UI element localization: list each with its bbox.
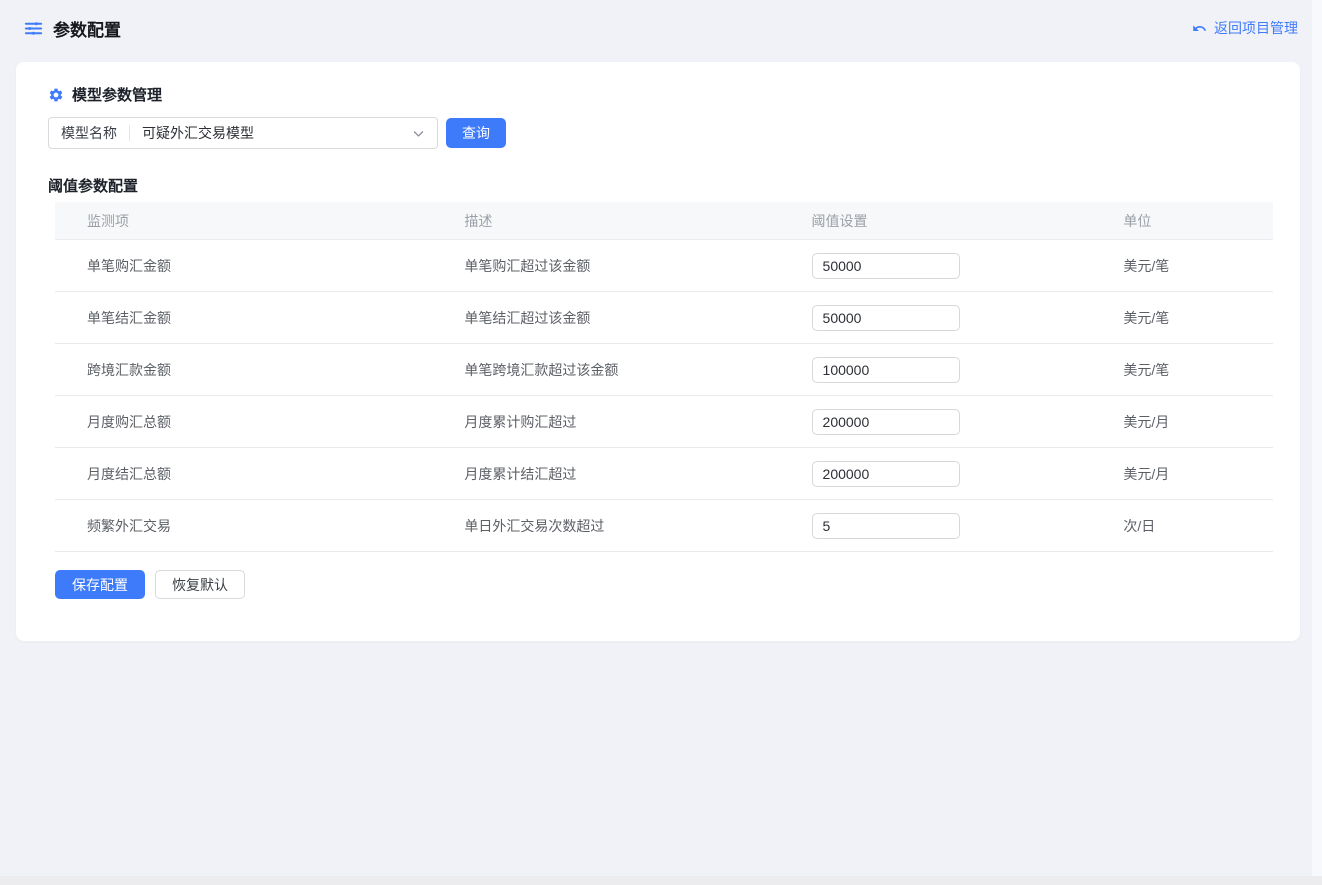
- threshold-cell: [796, 448, 1108, 500]
- description-cell: 单笔结汇超过该金额: [448, 292, 795, 344]
- description-cell: 单笔购汇超过该金额: [448, 240, 795, 292]
- threshold-input[interactable]: [812, 305, 960, 331]
- undo-icon: [1192, 21, 1207, 36]
- table-row: 单笔结汇金额 单笔结汇超过该金额 美元/笔: [55, 292, 1273, 344]
- col-header-threshold: 阈值设置: [796, 202, 1108, 240]
- panel-title: 模型参数管理: [48, 84, 1272, 105]
- threshold-cell: [796, 500, 1108, 552]
- monitor-item-cell: 单笔购汇金额: [55, 240, 448, 292]
- scrollbar-track[interactable]: [1312, 0, 1322, 876]
- table-body: 单笔购汇金额 单笔购汇超过该金额 美元/笔 单笔结汇金额 单笔结汇超过该金额 美…: [55, 240, 1273, 552]
- action-row: 保存配置 恢复默认: [55, 570, 1272, 599]
- back-link[interactable]: 返回项目管理: [1192, 18, 1298, 38]
- threshold-input[interactable]: [812, 513, 960, 539]
- unit-cell: 次/日: [1107, 500, 1273, 552]
- threshold-input[interactable]: [812, 461, 960, 487]
- table-row: 跨境汇款金额 单笔跨境汇款超过该金额 美元/笔: [55, 344, 1273, 396]
- threshold-input[interactable]: [812, 409, 960, 435]
- monitor-item-cell: 月度结汇总额: [55, 448, 448, 500]
- threshold-input[interactable]: [812, 253, 960, 279]
- model-parameter-card: 模型参数管理 模型名称 可疑外汇交易模型 查询 阈值参数配置 监测项 描述: [16, 62, 1300, 641]
- description-cell: 单笔跨境汇款超过该金额: [448, 344, 795, 396]
- description-cell: 月度累计购汇超过: [448, 396, 795, 448]
- save-config-button[interactable]: 保存配置: [55, 570, 145, 599]
- col-header-unit: 单位: [1107, 202, 1273, 240]
- unit-cell: 美元/月: [1107, 396, 1273, 448]
- monitor-item-cell: 月度购汇总额: [55, 396, 448, 448]
- gear-icon: [48, 87, 64, 103]
- unit-cell: 美元/笔: [1107, 344, 1273, 396]
- col-header-desc: 描述: [448, 202, 795, 240]
- threshold-cell: [796, 396, 1108, 448]
- threshold-input[interactable]: [812, 357, 960, 383]
- model-name-label: 模型名称: [49, 123, 129, 143]
- restore-default-button[interactable]: 恢复默认: [155, 570, 245, 599]
- col-header-item: 监测项: [55, 202, 448, 240]
- query-button[interactable]: 查询: [446, 118, 506, 148]
- threshold-cell: [796, 292, 1108, 344]
- page-title: 参数配置: [53, 16, 121, 41]
- threshold-table: 监测项 描述 阈值设置 单位 单笔购汇金额 单笔购汇超过该金额 美元/笔 单笔结…: [55, 202, 1273, 552]
- table-header-row: 监测项 描述 阈值设置 单位: [55, 202, 1273, 240]
- back-link-label: 返回项目管理: [1214, 18, 1298, 38]
- unit-cell: 美元/笔: [1107, 292, 1273, 344]
- monitor-item-cell: 跨境汇款金额: [55, 344, 448, 396]
- description-cell: 单日外汇交易次数超过: [448, 500, 795, 552]
- top-header: 参数配置 返回项目管理: [0, 0, 1322, 56]
- table-row: 频繁外汇交易 单日外汇交易次数超过 次/日: [55, 500, 1273, 552]
- unit-cell: 美元/笔: [1107, 240, 1273, 292]
- description-cell: 月度累计结汇超过: [448, 448, 795, 500]
- panel-title-label: 模型参数管理: [72, 84, 162, 105]
- threshold-section-title: 阈值参数配置: [48, 175, 1272, 196]
- model-name-selected-value: 可疑外汇交易模型: [130, 123, 412, 143]
- table-row: 单笔购汇金额 单笔购汇超过该金额 美元/笔: [55, 240, 1273, 292]
- monitor-item-cell: 单笔结汇金额: [55, 292, 448, 344]
- threshold-cell: [796, 240, 1108, 292]
- chevron-down-icon: [412, 127, 437, 140]
- header-left: 参数配置: [24, 16, 121, 41]
- bottom-strip: [0, 876, 1322, 885]
- threshold-cell: [796, 344, 1108, 396]
- filter-row: 模型名称 可疑外汇交易模型 查询: [48, 117, 1272, 149]
- monitor-item-cell: 频繁外汇交易: [55, 500, 448, 552]
- table-row: 月度购汇总额 月度累计购汇超过 美元/月: [55, 396, 1273, 448]
- model-name-select[interactable]: 模型名称 可疑外汇交易模型: [48, 117, 438, 149]
- sliders-icon: [24, 19, 43, 38]
- table-row: 月度结汇总额 月度累计结汇超过 美元/月: [55, 448, 1273, 500]
- unit-cell: 美元/月: [1107, 448, 1273, 500]
